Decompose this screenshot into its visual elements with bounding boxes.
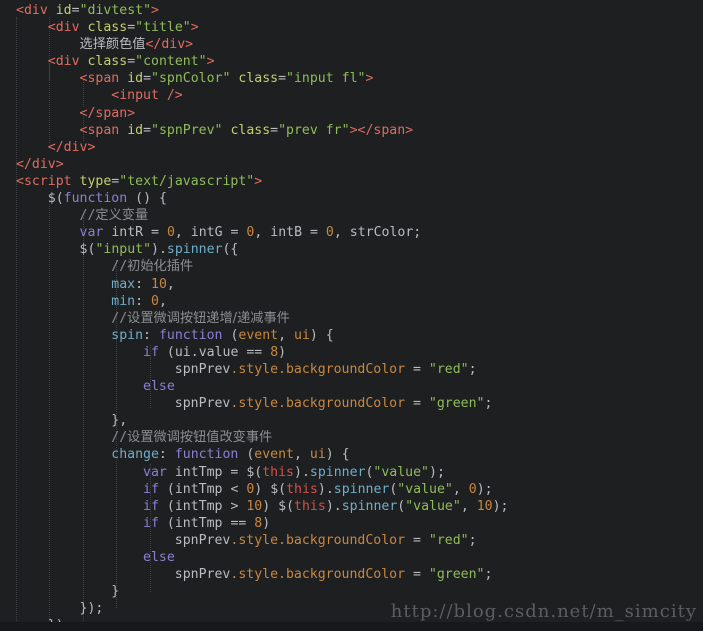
code-line: if (intTmp == 8): [143, 515, 271, 531]
code-line: //初始化插件: [111, 259, 194, 275]
code-line: if (intTmp > 10) $(this).spinner("value"…: [143, 498, 509, 514]
code-line: spnPrev.style.backgroundColor = "green";: [174, 396, 493, 412]
code-line: $("input").spinner({: [79, 242, 239, 258]
code-line: <span id="spnColor" class="input fl">: [79, 71, 374, 87]
source-code[interactable]: <div id="divtest"> <div class="title"> 选…: [0, 0, 703, 631]
code-line: </div>: [16, 156, 64, 172]
code-line: max: 10,: [111, 276, 175, 292]
code-line: //定义变量: [79, 208, 149, 224]
code-line: if (ui.value == 8): [143, 344, 287, 360]
code-line: spnPrev.style.backgroundColor = "red";: [174, 361, 477, 377]
code-line: if (intTmp < 0) $(this).spinner("value",…: [143, 481, 493, 497]
code-line: <div class="title">: [47, 20, 199, 36]
code-line: else: [143, 550, 175, 565]
code-line: <input />: [111, 88, 183, 104]
bottom-bar: [0, 622, 703, 631]
code-line: spnPrev.style.backgroundColor = "green";: [174, 567, 493, 583]
code-line: else: [143, 379, 175, 395]
code-line: change: function (event, ui) {: [111, 447, 350, 463]
code-line: $(function () {: [47, 191, 167, 207]
code-line: </div>: [47, 139, 96, 155]
code-line: //设置微调按钮值改变事件: [111, 430, 273, 446]
code-line: var intR = 0, intG = 0, intB = 0, strCol…: [79, 225, 422, 241]
code-line: 选择颜色值</div>: [79, 37, 194, 53]
code-line: <div class="content">: [47, 54, 215, 70]
code-line: <span id="spnPrev" class="prev fr"></spa…: [79, 122, 414, 138]
code-line: var intTmp = $(this).spinner("value");: [143, 464, 445, 480]
code-line: }: [111, 584, 120, 600]
code-line: min: 0,: [111, 293, 167, 309]
watermark-url: http://blog.csdn.net/m_simcity: [390, 600, 697, 622]
code-line: },: [111, 413, 128, 429]
code-line: //设置微调按钮递增/递减事件: [111, 310, 290, 326]
code-line: <script type="text/javascript">: [16, 173, 263, 189]
code-line: <div id="divtest">: [16, 3, 159, 18]
code-line: spnPrev.style.backgroundColor = "red";: [174, 532, 477, 548]
code-editor-screenshot: <div id="divtest"> <div class="title"> 选…: [0, 0, 703, 631]
code-line: </span>: [79, 105, 136, 121]
code-line: spin: function (event, ui) {: [111, 327, 334, 343]
